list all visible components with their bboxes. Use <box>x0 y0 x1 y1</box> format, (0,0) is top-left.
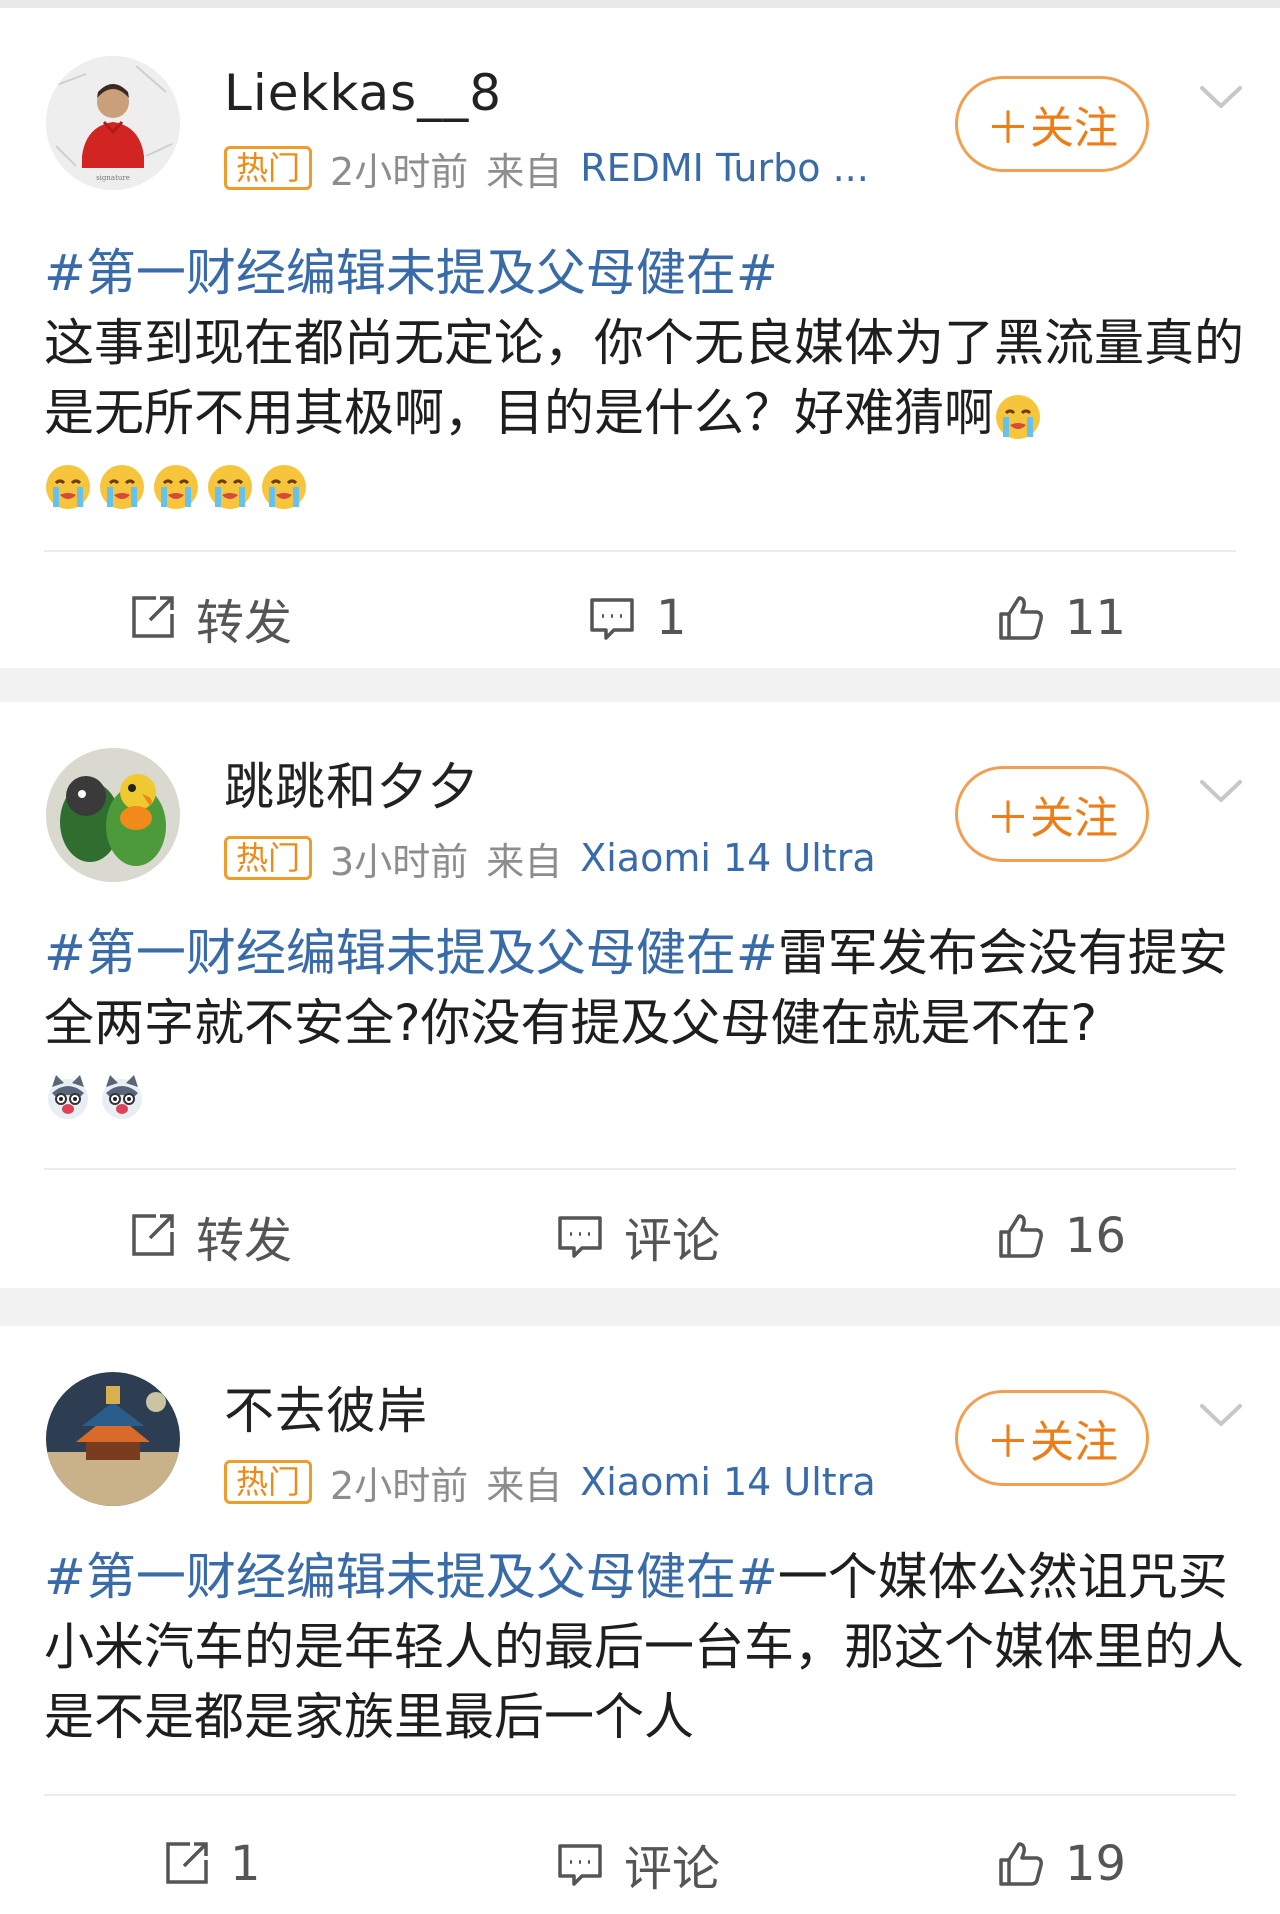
avatar[interactable] <box>46 1372 180 1506</box>
post-content: #第一财经编辑未提及父母健在# 这事到现在都尚无定论，你个无良媒体为了黑流量真的… <box>44 238 1244 518</box>
repost-icon <box>166 1842 208 1884</box>
post-meta: 热门 2小时前 来自 REDMI Turbo ... <box>224 146 869 194</box>
post-time: 2小时前 <box>330 1463 469 1508</box>
divider <box>44 550 1236 552</box>
crying-emoji <box>994 393 1042 441</box>
follow-button[interactable]: ＋关注 <box>955 76 1149 172</box>
comment-icon <box>590 598 634 640</box>
top-strip <box>0 0 1280 8</box>
crying-emoji <box>44 463 92 511</box>
post-meta: 热门 3小时前 来自 Xiaomi 14 Ultra <box>224 836 876 884</box>
like-count: 19 <box>1065 1836 1127 1892</box>
device-source[interactable]: Xiaomi 14 Ultra <box>580 836 875 880</box>
comment-icon <box>558 1216 602 1258</box>
repost-icon <box>132 1214 174 1256</box>
husky-emoji <box>44 1073 92 1121</box>
comment-button[interactable]: 1 <box>586 590 687 646</box>
follow-button[interactable]: ＋关注 <box>955 766 1149 862</box>
hashtag-link[interactable]: #第一财经编辑未提及父母健在# <box>44 924 778 982</box>
repost-label: 转发 <box>196 595 293 651</box>
crying-emoji <box>98 463 146 511</box>
husky-emoji <box>98 1073 146 1121</box>
weibo-post: 跳跳和夕夕 热门 3小时前 来自 Xiaomi 14 Ultra ＋关注 #第一… <box>0 702 1280 1288</box>
crying-emoji <box>260 463 308 511</box>
weibo-post: signature Liekkas__8 热门 2小时前 来自 REDMI Tu… <box>0 8 1280 668</box>
like-button[interactable]: 11 <box>995 590 1126 646</box>
hashtag-link[interactable]: #第一财经编辑未提及父母健在# <box>44 244 778 302</box>
chevron-down-icon[interactable] <box>1198 1400 1244 1430</box>
post-meta: 热门 2小时前 来自 Xiaomi 14 Ultra <box>224 1460 876 1508</box>
hot-badge: 热门 <box>224 1460 313 1504</box>
thumbs-up-icon <box>999 1842 1043 1886</box>
crying-emoji <box>206 463 254 511</box>
emoji-row <box>44 463 308 511</box>
username[interactable]: 不去彼岸 <box>224 1386 428 1436</box>
thumbs-up-icon <box>999 596 1043 640</box>
follow-button[interactable]: ＋关注 <box>955 1390 1149 1486</box>
hashtag-link[interactable]: #第一财经编辑未提及父母健在# <box>44 1548 778 1606</box>
repost-icon <box>132 596 174 638</box>
action-bar: 转发 1 11 <box>0 568 1280 668</box>
comment-label: 评论 <box>624 1841 721 1897</box>
like-button[interactable]: 16 <box>995 1208 1126 1264</box>
comment-label: 评论 <box>624 1213 721 1269</box>
svg-text:signature: signature <box>96 174 130 182</box>
like-button[interactable]: 19 <box>995 1836 1126 1892</box>
comment-button[interactable]: 评论 <box>554 1829 720 1899</box>
repost-label: 1 <box>230 1836 261 1892</box>
repost-button[interactable]: 转发 <box>126 583 292 653</box>
avatar[interactable]: signature <box>46 56 180 190</box>
source-prefix: 来自 <box>486 839 563 884</box>
like-count: 11 <box>1065 590 1127 646</box>
action-bar: 转发 评论 16 <box>0 1186 1280 1286</box>
comment-icon <box>558 1844 602 1886</box>
comment-button[interactable]: 评论 <box>554 1201 720 1271</box>
weibo-post: 不去彼岸 热门 2小时前 来自 Xiaomi 14 Ultra ＋关注 #第一财… <box>0 1326 1280 1914</box>
hot-badge: 热门 <box>224 836 313 880</box>
repost-button[interactable]: 1 <box>160 1836 261 1892</box>
divider <box>44 1168 1236 1170</box>
repost-button[interactable]: 转发 <box>126 1201 292 1271</box>
post-content: #第一财经编辑未提及父母健在#一个媒体公然诅咒买小米汽车的是年轻人的最后一台车，… <box>44 1542 1244 1752</box>
post-content: #第一财经编辑未提及父母健在#雷军发布会没有提安全两字就不安全?你没有提及父母健… <box>44 918 1244 1128</box>
post-time: 2小时前 <box>330 149 469 194</box>
repost-label: 转发 <box>196 1213 293 1269</box>
username[interactable]: Liekkas__8 <box>224 68 502 118</box>
post-text: 这事到现在都尚无定论，你个无良媒体为了黑流量真的是无所不用其极啊，目的是什么？好… <box>44 314 1244 442</box>
chevron-down-icon[interactable] <box>1198 776 1244 806</box>
crying-emoji <box>152 463 200 511</box>
action-bar: 1 评论 19 <box>0 1814 1280 1914</box>
chevron-down-icon[interactable] <box>1198 82 1244 112</box>
emoji-row <box>44 1073 146 1121</box>
device-source[interactable]: REDMI Turbo ... <box>580 146 869 190</box>
avatar[interactable] <box>46 748 180 882</box>
divider <box>44 1794 1236 1796</box>
device-source[interactable]: Xiaomi 14 Ultra <box>580 1460 875 1504</box>
hot-badge: 热门 <box>224 146 313 190</box>
username[interactable]: 跳跳和夕夕 <box>224 762 479 812</box>
like-count: 16 <box>1065 1208 1127 1264</box>
source-prefix: 来自 <box>486 1463 563 1508</box>
post-time: 3小时前 <box>330 839 469 884</box>
thumbs-up-icon <box>999 1214 1043 1258</box>
source-prefix: 来自 <box>486 149 563 194</box>
comment-label: 1 <box>656 590 687 646</box>
